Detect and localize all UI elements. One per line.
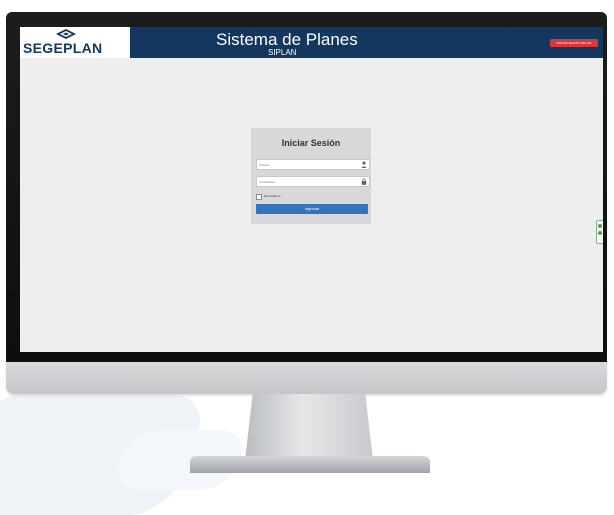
dot-icon: [598, 224, 602, 228]
segeplan-logo-icon: [56, 29, 76, 39]
monitor-stand-base: [190, 456, 430, 473]
login-header-button[interactable]: INICIAR SESIÓN SIPLAN: [550, 39, 598, 47]
side-widget-tab[interactable]: [596, 220, 603, 244]
dot-icon: [598, 231, 602, 235]
user-icon: [361, 161, 367, 168]
login-title: Iniciar Sesión: [281, 138, 341, 148]
app-title: Sistema de Planes: [216, 30, 358, 49]
monitor-stand: [245, 394, 373, 460]
header-bar: SEGEPLAN Sistema de Planes SIPLAN INICIA…: [20, 27, 603, 58]
submit-button[interactable]: Ingresar: [256, 204, 368, 214]
username-input[interactable]: [259, 160, 355, 169]
password-field[interactable]: [256, 176, 370, 187]
app-subtitle: SIPLAN: [268, 48, 297, 57]
logo-text: SEGEPLAN: [23, 40, 103, 56]
remember-label: Recordarme: [264, 194, 281, 198]
remember-checkbox[interactable]: [256, 194, 262, 200]
monitor-chin: [6, 362, 607, 394]
screen: SEGEPLAN Sistema de Planes SIPLAN INICIA…: [20, 27, 603, 352]
logo[interactable]: SEGEPLAN: [20, 27, 130, 58]
login-card: Iniciar Sesión Recordarme Ingresar: [251, 128, 371, 224]
password-input[interactable]: [259, 177, 355, 186]
lock-icon: [361, 178, 367, 185]
username-field[interactable]: [256, 159, 370, 170]
